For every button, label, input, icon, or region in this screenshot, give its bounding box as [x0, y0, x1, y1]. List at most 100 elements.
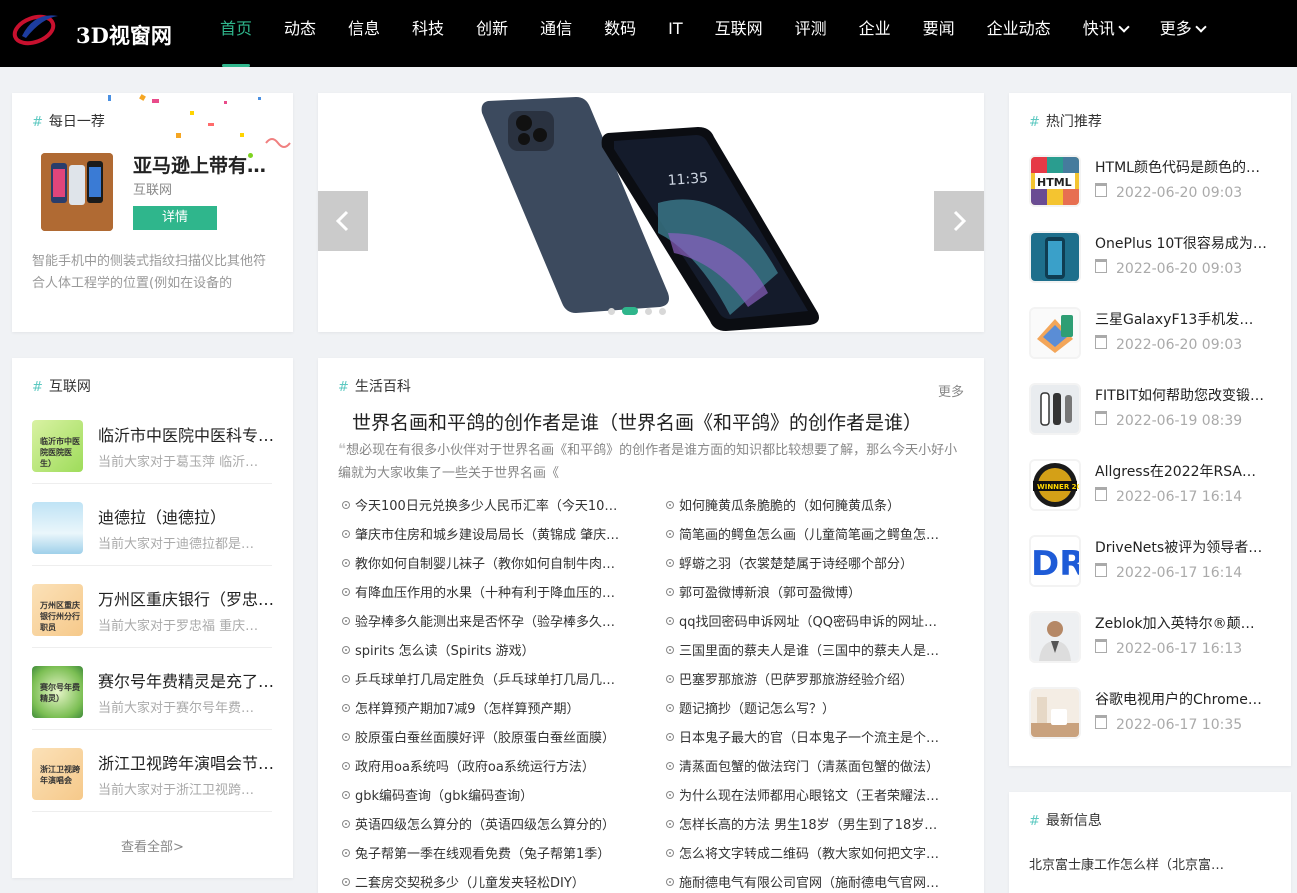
list-item-title[interactable]: 赛尔号年费精灵是充了…	[98, 668, 274, 692]
daily-pick-thumbnail[interactable]	[41, 153, 113, 231]
list-item-thumbnail[interactable]: WINNER 2022	[1031, 461, 1079, 509]
list-item-thumbnail[interactable]: HTML	[1031, 157, 1079, 205]
nav-item-digital[interactable]: 数码	[590, 0, 650, 67]
nav-dropdown-flash[interactable]: 快讯	[1069, 0, 1142, 67]
nav-item-internet[interactable]: 互联网	[701, 0, 777, 67]
view-all-link[interactable]: 查看全部>	[12, 836, 293, 855]
list-item-title[interactable]: 迪德拉（迪德拉）	[98, 504, 274, 528]
daily-pick-item-title[interactable]: 亚马逊上带有…	[133, 151, 273, 178]
bullet-icon	[666, 878, 674, 886]
thumbnail-text: 万州区重庆银行州分行职员	[40, 601, 80, 632]
article-link[interactable]: 英语四级怎么算分的（英语四级怎么算分的）	[342, 816, 642, 845]
life-headline[interactable]: 世界名画和平鸽的创作者是谁（世界名画《和平鸽》的创作者是谁）	[352, 408, 972, 435]
list-item-title[interactable]: FITBIT如何帮助您改变锻…	[1095, 385, 1267, 405]
daily-pick-description: 智能手机中的侧装式指纹扫描仪比其他符合人体工程学的位置(例如在设备的	[32, 254, 267, 291]
list-item-title[interactable]: 谷歌电视用户的Chromec…	[1095, 689, 1267, 709]
slider-dot[interactable]	[608, 307, 615, 315]
list-item-thumbnail[interactable]: 临沂市中医院医院医生）	[32, 420, 83, 472]
list-item-thumbnail[interactable]	[1031, 689, 1079, 737]
list-item-title[interactable]: HTML颜色代码是颜色的…	[1095, 157, 1267, 177]
list-item-date: 2022-06-17 10:35	[1095, 715, 1242, 733]
nav-item-innovation[interactable]: 创新	[462, 0, 522, 67]
daily-pick-detail-button[interactable]: 详情	[133, 206, 217, 230]
life-intro-text: 想必现在有很多小伙伴对于世界名画《和平鸽》的创作者是谁方面的知识都比较想要了解，…	[338, 443, 958, 481]
article-link[interactable]: 怎么将文字转成二维码（教大家如何把文字…	[666, 845, 964, 874]
list-item-thumbnail[interactable]: DR	[1031, 537, 1079, 585]
nav-item-info[interactable]: 信息	[334, 0, 394, 67]
nav-item-dynamic[interactable]: 动态	[270, 0, 330, 67]
list-item-thumbnail[interactable]	[1031, 309, 1079, 357]
nav-item-headlines[interactable]: 要闻	[909, 0, 969, 67]
article-link[interactable]: 怎样长高的方法 男生18岁（男生到了18岁…	[666, 816, 964, 845]
list-item-thumbnail[interactable]: 浙江卫视跨年演唱会	[32, 748, 83, 800]
slider-dot-active[interactable]	[622, 307, 638, 315]
bullet-icon	[666, 530, 674, 538]
article-link[interactable]: 肇庆市住房和城乡建设局局长（黄锦成 肇庆…	[342, 526, 642, 555]
article-link[interactable]: 今天100日元兑换多少人民币汇率（今天10…	[342, 497, 642, 526]
list-item-desc: 当前大家对于浙江卫视跨…	[98, 783, 255, 798]
slide-image[interactable]: 11:35	[468, 93, 848, 332]
nav-dropdown-more[interactable]: 更多	[1146, 0, 1219, 67]
list-item-title[interactable]: 浙江卫视跨年演唱会节…	[98, 750, 274, 774]
list-item-title[interactable]: OnePlus 10T很容易成为…	[1095, 233, 1267, 253]
article-link[interactable]: 怎样算预产期加7减9（怎样算预产期）	[342, 700, 642, 729]
article-link[interactable]: 日本鬼子最大的官（日本鬼子一个流主是个…	[666, 729, 964, 758]
list-item-title[interactable]: 三星GalaxyF13手机发布…	[1095, 309, 1267, 329]
article-link[interactable]: 乒乓球单打几局定胜负（乒乓球单打几局几…	[342, 671, 642, 700]
article-link[interactable]: 巴塞罗那旅游（巴萨罗那旅游经验介绍）	[666, 671, 964, 700]
article-link[interactable]: gbk编码查询（gbk编码查询）	[342, 787, 642, 816]
article-link[interactable]: 政府用oa系统吗（政府oa系统运行方法）	[342, 758, 642, 787]
article-link[interactable]: 如何腌黄瓜条脆脆的（如何腌黄瓜条）	[666, 497, 964, 526]
life-intro: ❝想必现在有很多小伙伴对于世界名画《和平鸽》的创作者是谁方面的知识都比较想要了解…	[338, 438, 958, 484]
article-link[interactable]: 简笔画的鳄鱼怎么画（儿童简笔画之鳄鱼怎…	[666, 526, 964, 555]
more-link[interactable]: 更多	[938, 381, 964, 400]
nav-item-home[interactable]: 首页	[206, 0, 266, 67]
bullet-icon	[666, 704, 674, 712]
nav-item-it[interactable]: IT	[654, 0, 697, 67]
nav-item-tech[interactable]: 科技	[398, 0, 458, 67]
list-item-thumbnail[interactable]	[1031, 233, 1079, 281]
article-link[interactable]: 验孕棒多久能测出来是否怀孕（验孕棒多久…	[342, 613, 642, 642]
list-item-thumbnail[interactable]	[1031, 613, 1079, 661]
article-link[interactable]: 郭可盈微博新浪（郭可盈微博）	[666, 584, 964, 613]
article-link[interactable]: qq找回密码申诉网址（QQ密码申诉的网址…	[666, 613, 964, 642]
latest-news-item[interactable]: 北京富士康工作怎么样（北京富…	[1029, 854, 1269, 873]
list-item-desc: 当前大家对于赛尔号年费…	[98, 701, 255, 716]
hot-card: # 热门推荐 HTML HTML颜色代码是颜色的… 2022-06-20 09:0…	[1009, 93, 1291, 766]
article-link[interactable]: 胶原蛋白蚕丝面膜好评（胶原蛋白蚕丝面膜）	[342, 729, 642, 758]
list-item-thumbnail[interactable]: 万州区重庆银行州分行职员	[32, 584, 83, 636]
nav-item-review[interactable]: 评测	[781, 0, 841, 67]
nav-item-telecom[interactable]: 通信	[526, 0, 586, 67]
article-link[interactable]: 二套房交契税多少（儿童发夹轻松DIY）	[342, 874, 642, 893]
calendar-icon	[1095, 715, 1107, 729]
article-link[interactable]: 题记摘抄（题记怎么写？）	[666, 700, 964, 729]
slider-dot[interactable]	[645, 307, 652, 315]
bullet-icon	[342, 675, 350, 683]
calendar-icon	[1095, 411, 1107, 425]
list-item-thumbnail[interactable]: 赛尔号年费精灵）	[32, 666, 83, 718]
article-link[interactable]: 清蒸面包蟹的做法窍门（清蒸面包蟹的做法）	[666, 758, 964, 787]
slider-next-button[interactable]	[934, 191, 984, 251]
slider-prev-button[interactable]	[318, 191, 368, 251]
nav-item-enterprise[interactable]: 企业	[845, 0, 905, 67]
article-link[interactable]: 蜉蝣之羽（衣裳楚楚属于诗经哪个部分）	[666, 555, 964, 584]
article-link[interactable]: 教你如何自制婴儿袜子（教你如何自制牛肉…	[342, 555, 642, 584]
list-item-title[interactable]: Allgress在2022年RSA大…	[1095, 461, 1267, 481]
list-item-title[interactable]: Zeblok加入英特尔®颠覆…	[1095, 613, 1267, 633]
slider-dot[interactable]	[659, 307, 666, 315]
article-link[interactable]: 有降血压作用的水果（十种有利于降血压的…	[342, 584, 642, 613]
article-link[interactable]: 为什么现在法师都用心眼铭文（王者荣耀法…	[666, 787, 964, 816]
article-link[interactable]: spirits 怎么读（Spirits 游戏）	[342, 642, 642, 671]
list-item-thumbnail[interactable]	[1031, 385, 1079, 433]
list-item-title[interactable]: 万州区重庆银行（罗忠…	[98, 586, 274, 610]
svg-text:11:35: 11:35	[667, 170, 708, 189]
article-link[interactable]: 三国里面的蔡夫人是谁（三国中的蔡夫人是…	[666, 642, 964, 671]
list-item-title[interactable]: DriveNets被评为领导者…	[1095, 537, 1267, 557]
nav-item-enterprise-news[interactable]: 企业动态	[973, 0, 1065, 67]
article-link[interactable]: 施耐德电气有限公司官网（施耐德电气官网…	[666, 874, 964, 893]
article-link[interactable]: 兔子帮第一季在线观看免费（兔子帮第1季）	[342, 845, 642, 874]
list-item-thumbnail[interactable]	[32, 502, 83, 554]
list-item-title[interactable]: 临沂市中医院中医科专…	[98, 422, 274, 446]
site-logo[interactable]: 3D视窗网	[12, 8, 172, 50]
hash-icon: #	[338, 380, 349, 395]
